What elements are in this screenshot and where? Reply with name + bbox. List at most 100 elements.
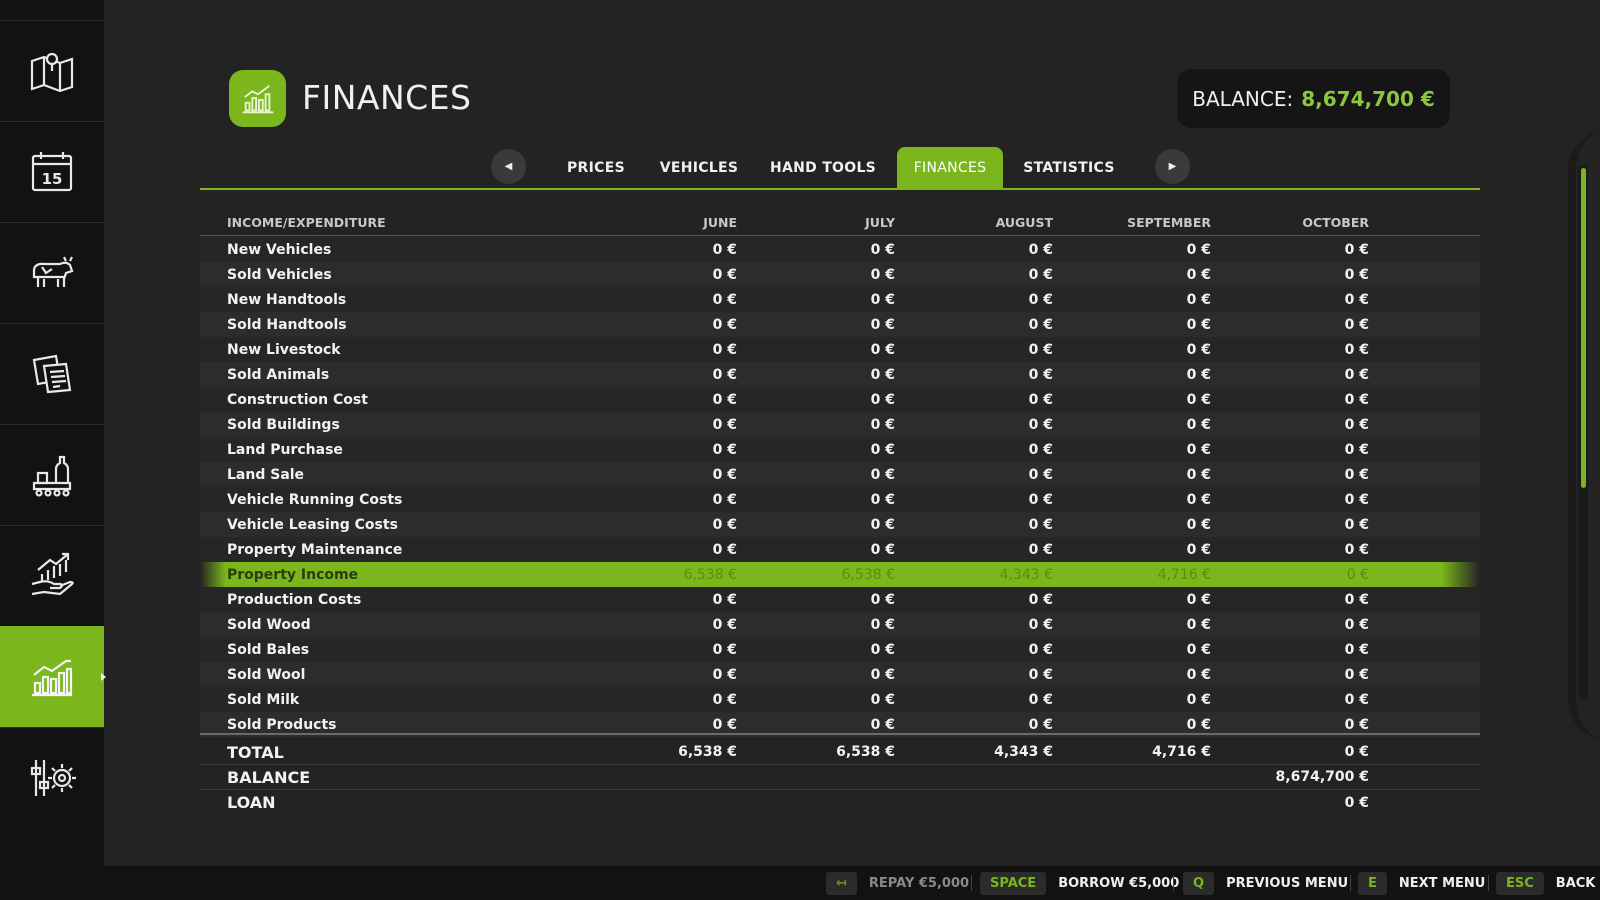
production-icon — [32, 455, 72, 497]
sidebar-item-contracts[interactable] — [0, 323, 104, 424]
table-header: INCOME/EXPENDITURE JUNE JULY AUGUST SEPT… — [200, 210, 1480, 236]
loan-label: LOAN — [227, 793, 276, 812]
cell-june: 0 € — [712, 341, 737, 358]
cell-june: 0 € — [712, 666, 737, 683]
balance-row-label: BALANCE — [227, 767, 311, 787]
cell-july: 0 € — [870, 241, 895, 258]
cell-october: 0 € — [1344, 616, 1369, 633]
cell-august: 4,343 € — [999, 566, 1053, 583]
row-label: New Handtools — [227, 291, 347, 308]
tab-hand-tools[interactable]: HAND TOOLS — [768, 147, 878, 189]
row-label: Sold Wool — [227, 666, 306, 683]
tab-prev-button[interactable]: ◀ — [491, 149, 526, 184]
cell-august: 0 € — [1028, 691, 1053, 708]
cell-july: 0 € — [870, 291, 895, 308]
sidebar-item-prices[interactable] — [0, 525, 104, 626]
table-row[interactable]: Production Costs 0 € 0 € 0 € 0 € 0 € — [200, 587, 1480, 612]
calendar-icon: 15 — [31, 152, 73, 192]
total-august: 4,343 € — [994, 744, 1053, 760]
loan-value: 0 € — [1344, 794, 1369, 811]
next-menu-label: NEXT MENU — [1398, 875, 1486, 891]
table-row[interactable]: Property Maintenance 0 € 0 € 0 € 0 € 0 € — [200, 537, 1480, 562]
back-button[interactable]: ESC BACK — [1496, 866, 1595, 900]
cell-august: 0 € — [1028, 616, 1053, 633]
cell-august: 0 € — [1028, 641, 1053, 658]
cell-september: 0 € — [1186, 491, 1211, 508]
sidebar-item-animals[interactable] — [0, 222, 104, 323]
row-label: New Livestock — [227, 341, 341, 358]
table-row[interactable]: Vehicle Running Costs 0 € 0 € 0 € 0 € 0 € — [200, 487, 1480, 512]
previous-menu-button[interactable]: Q PREVIOUS MENU — [1183, 866, 1348, 900]
total-october: 0 € — [1344, 744, 1369, 760]
table-row[interactable]: Sold Wood 0 € 0 € 0 € 0 € 0 € — [200, 612, 1480, 637]
table-row[interactable]: Sold Buildings 0 € 0 € 0 € 0 € 0 € — [200, 412, 1480, 437]
table-row[interactable]: Sold Milk 0 € 0 € 0 € 0 € 0 € — [200, 687, 1480, 712]
tab-vehicles[interactable]: VEHICLES — [656, 147, 742, 189]
row-label: Construction Cost — [227, 391, 368, 408]
table-row[interactable]: Sold Wool 0 € 0 € 0 € 0 € 0 € — [200, 662, 1480, 687]
table-row[interactable]: Sold Bales 0 € 0 € 0 € 0 € 0 € — [200, 637, 1480, 662]
table-row[interactable]: Sold Animals 0 € 0 € 0 € 0 € 0 € — [200, 362, 1480, 387]
table-row[interactable]: New Handtools 0 € 0 € 0 € 0 € 0 € — [200, 287, 1480, 312]
previous-menu-key: Q — [1183, 871, 1215, 895]
sidebar-item-calendar[interactable]: 15 — [0, 121, 104, 222]
cell-october: 0 € — [1344, 466, 1369, 483]
contracts-icon — [32, 354, 72, 394]
table-row[interactable]: Sold Handtools 0 € 0 € 0 € 0 € 0 € — [200, 312, 1480, 337]
cell-october: 0 € — [1344, 416, 1369, 433]
cell-september: 0 € — [1186, 366, 1211, 383]
sidebar-item-production[interactable] — [0, 424, 104, 525]
table-row[interactable]: Land Purchase 0 € 0 € 0 € 0 € 0 € — [200, 437, 1480, 462]
balance-display: BALANCE: 8,674,700 € — [1177, 69, 1450, 128]
next-menu-button[interactable]: E NEXT MENU — [1358, 866, 1485, 900]
table-row[interactable]: New Livestock 0 € 0 € 0 € 0 € 0 € — [200, 337, 1480, 362]
total-july: 6,538 € — [836, 744, 895, 760]
previous-menu-label: PREVIOUS MENU — [1226, 875, 1349, 891]
table-row[interactable]: Construction Cost 0 € 0 € 0 € 0 € 0 € — [200, 387, 1480, 412]
table-row[interactable]: New Vehicles 0 € 0 € 0 € 0 € 0 € — [200, 237, 1480, 262]
borrow-button[interactable]: SPACE BORROW €5,000 — [980, 866, 1179, 900]
cell-september: 0 € — [1186, 291, 1211, 308]
cell-july: 0 € — [870, 416, 895, 433]
cell-july: 0 € — [870, 266, 895, 283]
prices-icon — [31, 552, 74, 596]
cell-july: 0 € — [870, 666, 895, 683]
cell-september: 0 € — [1186, 466, 1211, 483]
cell-october: 0 € — [1344, 516, 1369, 533]
sidebar-item-settings[interactable] — [0, 727, 104, 828]
back-key: ESC — [1496, 871, 1544, 895]
repay-button[interactable]: ↤ REPAY €5,000 — [826, 866, 969, 900]
tab-next-button[interactable]: ▶ — [1155, 149, 1190, 184]
cell-september: 0 € — [1186, 416, 1211, 433]
tab-prices[interactable]: PRICES — [560, 147, 632, 189]
tab-underline — [200, 188, 1480, 190]
cell-october: 0 € — [1344, 591, 1369, 608]
balance-value: 8,674,700 € — [1301, 86, 1435, 111]
scrollbar-thumb[interactable] — [1581, 168, 1586, 488]
cell-september: 0 € — [1186, 241, 1211, 258]
row-label: Land Purchase — [227, 441, 343, 458]
sidebar-item-map[interactable] — [0, 20, 104, 121]
cell-june: 0 € — [712, 641, 737, 658]
row-label: New Vehicles — [227, 241, 332, 258]
cell-june: 0 € — [712, 266, 737, 283]
row-label: Property Maintenance — [227, 541, 403, 558]
table-row[interactable]: Vehicle Leasing Costs 0 € 0 € 0 € 0 € 0 € — [200, 512, 1480, 537]
total-september: 4,716 € — [1152, 744, 1211, 760]
row-label: Sold Bales — [227, 641, 310, 658]
cell-june: 0 € — [712, 491, 737, 508]
table-row[interactable]: Land Sale 0 € 0 € 0 € 0 € 0 € — [200, 462, 1480, 487]
cell-june: 0 € — [712, 591, 737, 608]
cell-june: 0 € — [712, 366, 737, 383]
cell-july: 6,538 € — [841, 566, 895, 583]
cell-october: 0 € — [1344, 291, 1369, 308]
sidebar-item-finances[interactable] — [0, 626, 106, 727]
header-september: SEPTEMBER — [1127, 215, 1211, 230]
table-row[interactable]: Sold Vehicles 0 € 0 € 0 € 0 € 0 € — [200, 262, 1480, 287]
total-june: 6,538 € — [678, 744, 737, 760]
table-row[interactable]: Property Income 6,538 € 6,538 € 4,343 € 4,71… — [200, 562, 1480, 587]
tab-statistics[interactable]: STATISTICS — [1020, 147, 1118, 189]
tab-finances[interactable]: FINANCES — [897, 147, 1003, 189]
repay-key: ↤ — [826, 871, 857, 895]
cell-september: 0 € — [1186, 591, 1211, 608]
